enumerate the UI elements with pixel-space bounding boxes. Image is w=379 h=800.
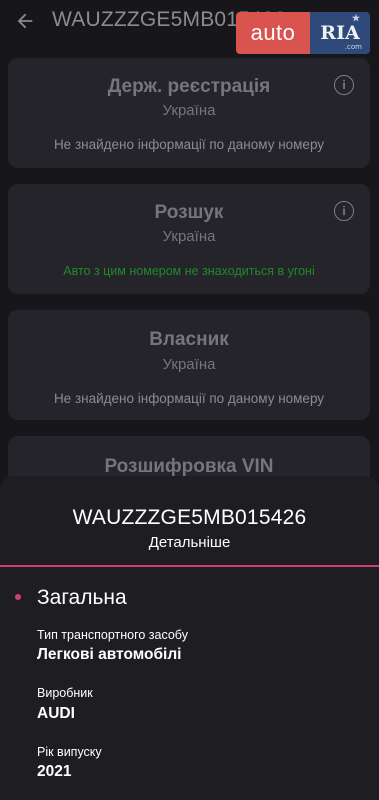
- field-label: Рік випуску: [37, 745, 102, 759]
- section-title: Загальна: [37, 586, 127, 609]
- field-label: Виробник: [37, 686, 93, 700]
- field-value: Легкові автомобілі: [37, 646, 182, 663]
- divider: [0, 565, 379, 567]
- details-link[interactable]: Детальніше: [0, 534, 379, 551]
- logo-domain: .com: [344, 43, 362, 51]
- card-title: Власник: [149, 329, 229, 350]
- arrow-left-icon: [17, 13, 33, 29]
- back-button[interactable]: [12, 8, 38, 34]
- logo-ria-text: RIA: [320, 22, 360, 44]
- field-label: Тип транспортного засобу: [37, 628, 188, 642]
- card-registration[interactable]: Держ. реєстрація Україна Не знайдено інф…: [8, 58, 370, 168]
- card-title: Держ. реєстрація: [107, 76, 271, 97]
- logo-ria: ★ RIA .com: [310, 12, 370, 54]
- card-wanted[interactable]: Розшук Україна Авто з цим номером не зна…: [8, 184, 370, 294]
- bottom-sheet: WAUZZZGE5MB015426 Детальніше Загальна Ти…: [0, 476, 379, 800]
- info-icon[interactable]: i: [334, 201, 354, 221]
- card-status: Не знайдено інформації по даному номеру: [53, 137, 325, 152]
- card-status: Не знайдено інформації по даному номеру: [53, 391, 325, 406]
- card-title: Розшифровка VIN: [104, 456, 274, 477]
- info-icon[interactable]: i: [334, 75, 354, 95]
- star-icon: ★: [351, 14, 360, 24]
- sheet-vin: WAUZZZGE5MB015426: [72, 506, 307, 529]
- field-value: 2021: [37, 763, 72, 780]
- card-subtitle: Україна: [162, 356, 216, 373]
- card-title: Розшук: [154, 202, 224, 223]
- field-value: AUDI: [37, 705, 75, 722]
- card-subtitle: Україна: [162, 102, 216, 119]
- bullet-icon: [15, 594, 21, 600]
- card-status: Авто з цим номером не знаходиться в угон…: [63, 264, 315, 278]
- logo-auto: auto: [236, 12, 310, 54]
- card-subtitle: Україна: [162, 228, 216, 245]
- autoria-logo: auto ★ RIA .com: [236, 12, 370, 54]
- card-owner[interactable]: Власник Україна Не знайдено інформації п…: [8, 310, 370, 420]
